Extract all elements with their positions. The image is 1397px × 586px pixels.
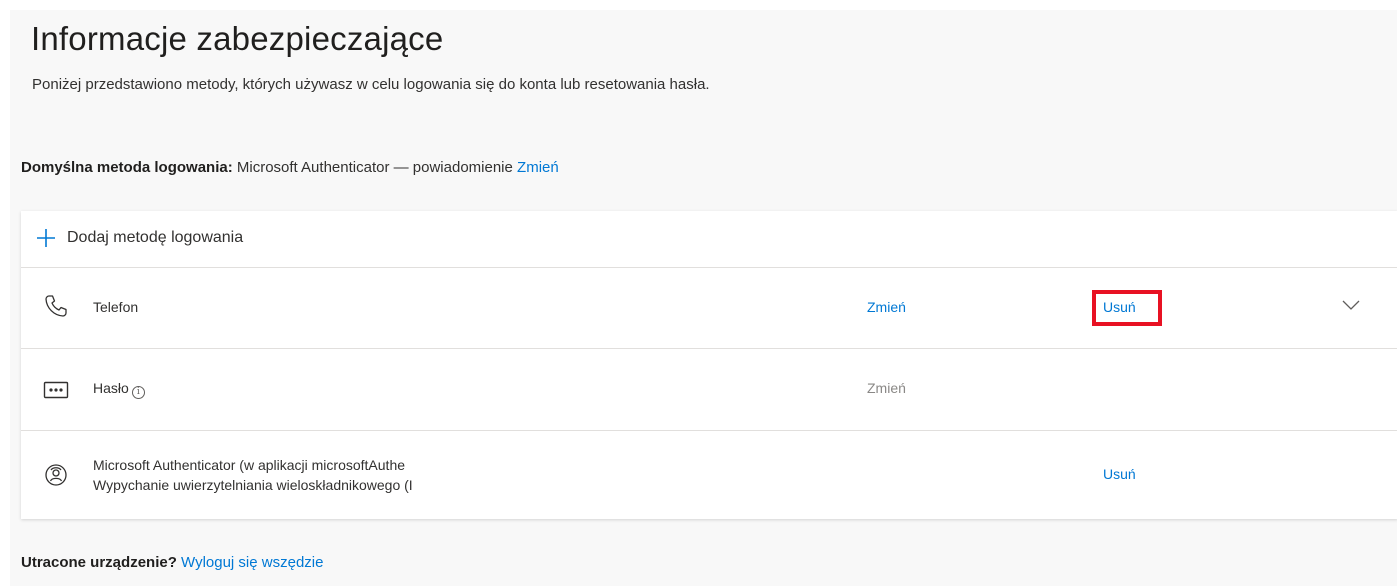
info-icon[interactable]: i <box>131 386 145 399</box>
authenticator-icon <box>42 461 70 489</box>
page-subtitle: Poniżej przedstawiono metody, których uż… <box>32 76 710 93</box>
method-label-password-line: Hasło i <box>93 380 145 399</box>
lost-device-label: Utracone urządzenie? <box>21 554 177 571</box>
plus-icon <box>35 227 57 249</box>
method-label-phone: Telefon <box>93 299 139 315</box>
method-row-password: Hasło i Zmień <box>21 349 1397 431</box>
chevron-down-icon[interactable] <box>1341 298 1361 310</box>
method-row-phone: Telefon Zmień Usuń <box>21 268 1397 349</box>
default-method-line: Domyślna metoda logowania: Microsoft Aut… <box>21 159 559 176</box>
signout-everywhere-link[interactable]: Wyloguj się wszędzie <box>181 554 323 571</box>
authenticator-label-line1: Microsoft Authenticator (w aplikacji mic… <box>93 457 406 473</box>
add-method-row: Dodaj metodę logowania <box>21 211 1397 268</box>
delete-phone-link[interactable]: Usuń <box>1103 299 1136 315</box>
change-default-method-link[interactable]: Zmień <box>517 159 559 176</box>
add-method-button[interactable]: Dodaj metodę logowania <box>35 227 243 249</box>
method-row-authenticator: Microsoft Authenticator (w aplikacji mic… <box>21 431 1397 519</box>
add-method-label: Dodaj metodę logowania <box>67 229 244 246</box>
delete-authenticator-link[interactable]: Usuń <box>1103 466 1136 482</box>
change-password-link[interactable]: Zmień <box>867 380 906 396</box>
default-method-label: Domyślna metoda logowania: <box>21 159 233 176</box>
security-info-page: Informacje zabezpieczające Poniżej przed… <box>10 10 1397 586</box>
lost-device-line: Utracone urządzenie? Wyloguj się wszędzi… <box>21 554 323 571</box>
password-icon <box>42 376 70 404</box>
change-phone-link[interactable]: Zmień <box>867 299 906 315</box>
default-method-value: Microsoft Authenticator — powiadomienie <box>236 159 513 176</box>
phone-icon <box>42 292 70 320</box>
authenticator-label-line2: Wypychanie uwierzytelniania wieloskładni… <box>93 477 413 493</box>
methods-card: Dodaj metodę logowania Telefon Zmień Usu… <box>21 211 1397 519</box>
page-title: Informacje zabezpieczające <box>31 20 444 57</box>
method-label-password: Hasło <box>93 380 129 396</box>
method-label-authenticator: Microsoft Authenticator (w aplikacji mic… <box>93 455 413 495</box>
